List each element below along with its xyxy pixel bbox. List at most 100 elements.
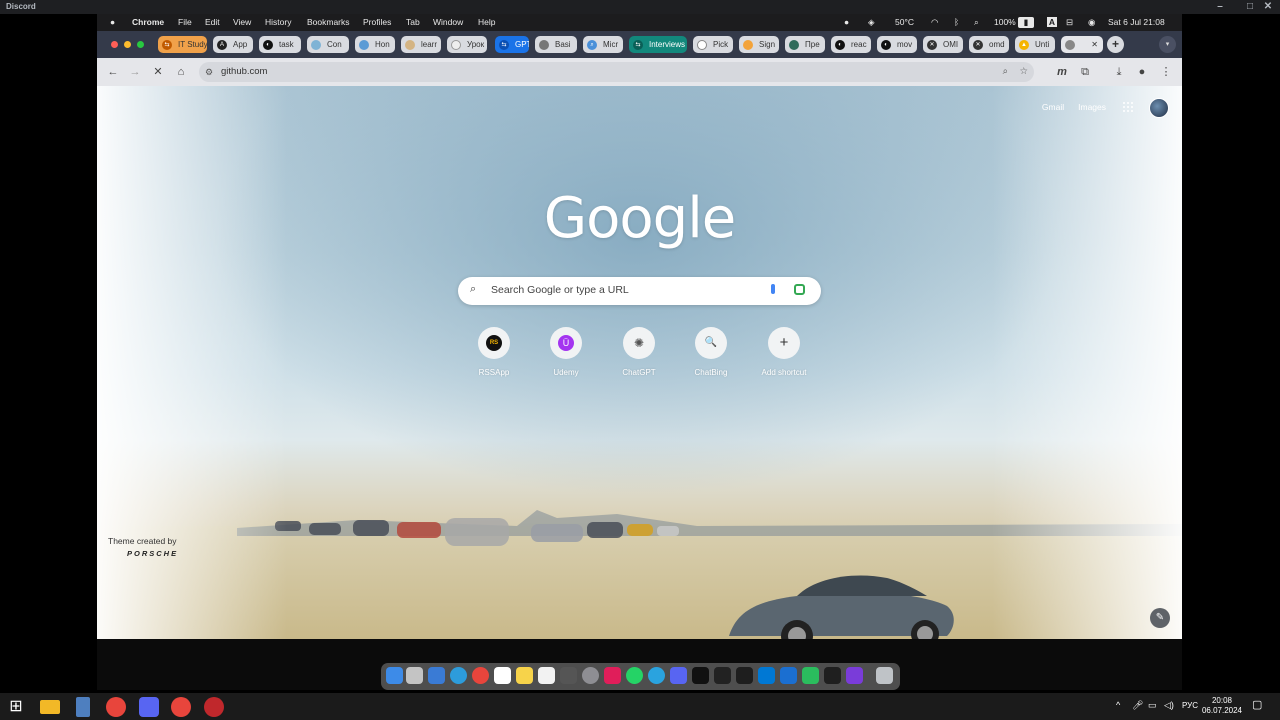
menu-help[interactable]: Help	[478, 17, 495, 27]
menu-view[interactable]: View	[233, 17, 251, 27]
tab-active[interactable]: ✕	[1061, 36, 1103, 53]
minimize-icon[interactable]: –	[1210, 0, 1230, 14]
whatsapp-icon[interactable]	[626, 667, 643, 684]
stop-loading-icon[interactable]: ✕	[150, 64, 166, 80]
recorder-icon[interactable]	[204, 697, 224, 717]
tab-search-button[interactable]: ▾	[1159, 36, 1176, 53]
menu-bookmarks[interactable]: Bookmarks	[307, 17, 350, 27]
tab[interactable]: ◐ task	[259, 36, 301, 53]
menu-history[interactable]: History	[265, 17, 291, 27]
trash-icon[interactable]	[876, 667, 893, 684]
notepad-icon[interactable]	[76, 697, 90, 717]
tab-group-interviews[interactable]: ⇆ Interviews	[629, 36, 687, 53]
input-source[interactable]: A	[1047, 17, 1057, 27]
theme-credit[interactable]: Theme created by	[108, 536, 177, 546]
tab[interactable]: Пре	[785, 36, 825, 53]
zoom-icon[interactable]: ⌕	[1003, 62, 1008, 82]
tab[interactable]: learr	[401, 36, 441, 53]
volume-icon[interactable]: ◁)	[1164, 700, 1174, 711]
bluetooth-icon[interactable]: ᛒ	[954, 17, 959, 27]
shortcut-chatbing[interactable]: 🔍 ChatBing	[679, 327, 743, 377]
menu-tab[interactable]: Tab	[406, 17, 420, 27]
discord-taskbar-icon[interactable]	[139, 697, 159, 717]
tab[interactable]: Basi	[535, 36, 577, 53]
siri-icon[interactable]: ◉	[1088, 17, 1095, 28]
slack-icon[interactable]	[604, 667, 621, 684]
reminders-icon[interactable]	[538, 667, 555, 684]
tab-close-icon[interactable]: ✕	[1091, 36, 1098, 53]
pycharm-icon[interactable]	[802, 667, 819, 684]
tab[interactable]: ✕ OMI	[923, 36, 963, 53]
menu-window[interactable]: Window	[433, 17, 463, 27]
extensions-icon[interactable]: ⧉	[1077, 64, 1093, 80]
iterm-icon[interactable]	[736, 667, 753, 684]
file-explorer-icon[interactable]	[40, 700, 60, 714]
windows-start-icon[interactable]: ⊞	[6, 697, 26, 717]
omnibox[interactable]: ⚙ github.com ⌕ ☆	[199, 62, 1034, 82]
settings-icon[interactable]	[582, 667, 599, 684]
taskbar-clock[interactable]: 20:08 06.07.2024	[1202, 696, 1242, 716]
notes-icon[interactable]	[516, 667, 533, 684]
microphone-tray-icon[interactable]: 🎤︎	[1132, 700, 1143, 711]
close-window-button[interactable]	[111, 41, 118, 48]
shortcut-udemy[interactable]: Ü Udemy	[534, 327, 598, 377]
shortcut-rssapp[interactable]: RS RSSApp	[462, 327, 526, 377]
gmail-link[interactable]: Gmail	[1042, 102, 1064, 112]
rider-icon[interactable]	[846, 667, 863, 684]
jetbrains-icon[interactable]	[824, 667, 841, 684]
microphone-icon[interactable]	[771, 284, 775, 294]
tab[interactable]: Hon	[355, 36, 395, 53]
battery-icon[interactable]: ▮	[1018, 17, 1034, 28]
menu-edit[interactable]: Edit	[205, 17, 220, 27]
profile-icon[interactable]: ●	[1134, 64, 1150, 80]
add-shortcut-button[interactable]: + Add shortcut	[752, 327, 816, 377]
menu-file[interactable]: File	[178, 17, 192, 27]
bookmark-star-icon[interactable]: ☆	[1019, 62, 1028, 82]
new-tab-button[interactable]: +	[1107, 36, 1124, 53]
webstorm-icon[interactable]	[780, 667, 797, 684]
notifications-icon[interactable]: ▢	[1252, 698, 1262, 711]
google-lens-icon[interactable]	[794, 284, 805, 295]
telegram-icon[interactable]	[648, 667, 665, 684]
tab-group-it-study[interactable]: ⇆ IT Study	[158, 36, 207, 53]
minimize-window-button[interactable]	[124, 41, 131, 48]
tray-overflow-icon[interactable]: ^	[1116, 700, 1120, 710]
tab-group-gpt[interactable]: ⇆ GPT	[495, 36, 529, 53]
zoom-window-button[interactable]	[137, 41, 144, 48]
terminal-icon[interactable]	[714, 667, 731, 684]
tab[interactable]: Con	[307, 36, 349, 53]
tab[interactable]: ⌕ Micr	[583, 36, 623, 53]
close-icon[interactable]: ✕	[1258, 0, 1278, 14]
spotlight-icon[interactable]: ⌕	[974, 17, 979, 28]
vscode-icon[interactable]	[758, 667, 775, 684]
battery-percent[interactable]: 100%	[994, 17, 1016, 27]
language-indicator[interactable]: РУС	[1182, 701, 1198, 710]
mail-icon[interactable]	[428, 667, 445, 684]
home-icon[interactable]: ⌂	[173, 64, 189, 80]
chrome-icon[interactable]	[472, 667, 489, 684]
chrome-taskbar-icon[interactable]	[106, 697, 126, 717]
site-info-icon[interactable]: ⚙	[205, 62, 213, 82]
status-dot-icon[interactable]: ●	[844, 17, 849, 27]
calculator-icon[interactable]	[560, 667, 577, 684]
finder-icon[interactable]	[386, 667, 403, 684]
search-input[interactable]: ⌕ Search Google or type a URL	[458, 277, 821, 305]
safari-icon[interactable]	[450, 667, 467, 684]
tab[interactable]: Sign	[739, 36, 779, 53]
temperature[interactable]: 50°C	[895, 17, 914, 27]
discord-icon[interactable]	[670, 667, 687, 684]
menu-profiles[interactable]: Profiles	[363, 17, 391, 27]
network-icon[interactable]: ▭	[1148, 700, 1157, 711]
control-center-icon[interactable]: ⊟	[1066, 17, 1073, 28]
tab[interactable]: ◐ mov	[877, 36, 917, 53]
back-icon[interactable]: ←	[105, 64, 121, 80]
calendar-icon[interactable]	[494, 667, 511, 684]
menubar-datetime[interactable]: Sat 6 Jul 21:08	[1108, 17, 1165, 27]
shortcut-chatgpt[interactable]: ✺ ChatGPT	[607, 327, 671, 377]
google-apps-icon[interactable]	[1123, 102, 1133, 112]
forward-icon[interactable]: →	[127, 64, 143, 80]
images-link[interactable]: Images	[1078, 102, 1106, 112]
download-icon[interactable]: ⤓	[1111, 64, 1127, 80]
wifi-icon[interactable]: ◠	[931, 17, 938, 28]
apple-icon[interactable]: ●	[110, 17, 115, 27]
